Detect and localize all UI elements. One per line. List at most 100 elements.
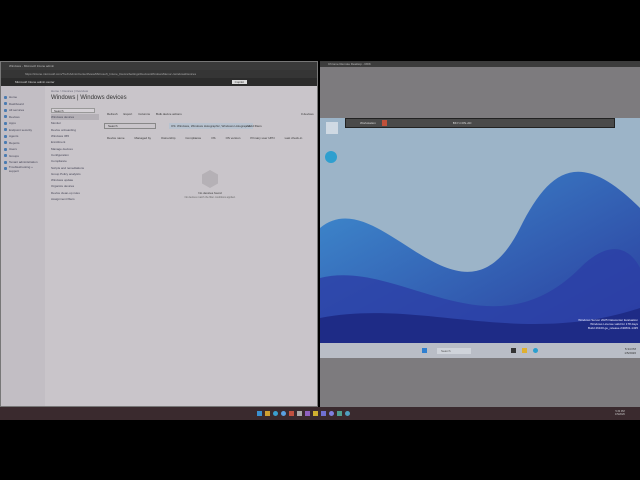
column-header[interactable]: Ownership [161, 136, 175, 140]
teams-icon[interactable] [321, 411, 326, 416]
label: Groups [9, 153, 19, 158]
nav-item-label: Compliance [51, 159, 67, 164]
app-icon[interactable] [313, 411, 318, 416]
nav-icon [4, 121, 7, 125]
chrome-icon[interactable] [345, 411, 350, 416]
export-button[interactable]: Export [124, 112, 133, 116]
taskbar-search[interactable]: Search [437, 347, 471, 354]
wallpaper [320, 171, 640, 343]
nav-icon [4, 167, 7, 171]
browser-tab[interactable]: Windows - Microsoft Intune admin [1, 62, 317, 70]
clock: 5:34 PM [624, 346, 636, 351]
nav-item-label: Configuration [51, 152, 69, 157]
columns-button[interactable]: Columns [138, 112, 150, 116]
table-header: Device name Managed by Ownership Compliance… [107, 136, 302, 140]
column-header[interactable]: Primary user UPN [250, 136, 274, 140]
label: Endpoint security [9, 127, 33, 132]
label: Devices [9, 114, 20, 119]
label: Users [9, 147, 17, 152]
nav-item-label: Device clean-up rules [51, 190, 80, 195]
terminal-icon[interactable] [510, 348, 516, 353]
date: 1/5/2026 [624, 350, 636, 355]
window-title: Chrome Remote Desktop - RDK [328, 62, 371, 66]
start-icon[interactable] [422, 348, 427, 353]
host-taskbar: 5:34 PM 1/5/2026 [0, 407, 640, 420]
empty-state-icon [202, 170, 218, 188]
tab-title: Windows - Microsoft Intune admin [9, 64, 55, 68]
edge-icon[interactable] [532, 348, 538, 353]
add-filters-button[interactable]: + Add filters [244, 123, 264, 129]
chrome-icon[interactable] [281, 411, 286, 416]
nav-item-label: Manage devices [51, 146, 73, 151]
vm-desktop[interactable]: Workstation BKY-CON-AD Windows Server 20… [320, 118, 640, 358]
label: Dashboard [9, 101, 24, 106]
watermark-line: Build 26100.ge_release.240831-1435 [587, 326, 638, 330]
nav-icon [4, 134, 7, 138]
nav-item-label: Group Policy analytics [51, 171, 81, 176]
file-explorer-icon[interactable] [521, 348, 527, 353]
windows-nav: Windows devices Monitor Device onboarding W… [47, 86, 103, 406]
vm-name-dropdown[interactable]: Workstation [360, 121, 376, 125]
evaluation-watermark: Windows Server 2025 Datacenter Evaluatio… [578, 318, 638, 330]
nav-item-label: Enrollment [51, 140, 66, 145]
column-header[interactable]: Device name [107, 136, 125, 140]
nav-item-label: Windows update [51, 178, 74, 183]
copilot-button[interactable]: Copilot [231, 80, 247, 84]
os-filter-chip[interactable]: OS: Windows, Windows Holographic, Window… [169, 123, 253, 129]
app-icon[interactable] [305, 411, 310, 416]
start-icon[interactable] [257, 411, 262, 416]
label: Troubleshooting + support [8, 164, 33, 173]
nav-icon [4, 154, 7, 158]
sidebar-item[interactable]: Troubleshooting + support [4, 164, 42, 173]
edge-desktop-icon[interactable] [325, 151, 337, 163]
main-content: Refresh Export Columns Bulk device actio… [101, 86, 317, 406]
file-explorer-icon[interactable] [265, 411, 270, 416]
vm-taskbar: Search 5:34 PM 1/5/2026 [320, 343, 640, 358]
recycle-bin-icon[interactable] [326, 122, 338, 134]
host-clock[interactable]: 5:34 PM 1/5/2026 [615, 410, 625, 416]
nav-item[interactable]: Assignment filters [51, 196, 99, 202]
app-icon[interactable] [329, 411, 334, 416]
label: Home [9, 95, 18, 100]
nav-item-label: Windows 365 [51, 134, 70, 139]
edge-icon[interactable] [273, 411, 278, 416]
column-header[interactable]: Compliance [185, 136, 201, 140]
crd-titlebar: Chrome Remote Desktop - RDK [320, 61, 640, 67]
pause-icon[interactable] [381, 120, 387, 126]
nav-icon [4, 102, 7, 106]
nav-icon [4, 115, 7, 119]
empty-subtitle: No devices match the filter conditions a… [184, 196, 236, 199]
sidebar: Home Dashboard All services Devices Apps… [1, 86, 45, 406]
vm-toolbar: Workstation BKY-CON-AD [345, 118, 615, 128]
label: Agents [9, 134, 19, 139]
app-icon[interactable] [289, 411, 294, 416]
column-header[interactable]: Managed by [135, 136, 152, 140]
remote-desktop-icon[interactable] [337, 411, 342, 416]
column-header[interactable]: Last check-in [285, 136, 303, 140]
remote-desktop-window: Chrome Remote Desktop - RDK Workstation … [320, 61, 640, 407]
intune-header: Microsoft Intune admin center Copilot [1, 78, 317, 86]
date: 1/5/2026 [615, 413, 625, 416]
app-title: Microsoft Intune admin center [15, 80, 55, 84]
nav-icon [4, 108, 7, 112]
nav-item-label: Organize devices [51, 184, 75, 189]
nav-icon [4, 160, 7, 164]
label: Reports [9, 140, 20, 145]
nav-item-label: Monitor [51, 121, 62, 126]
nav-icon [4, 128, 7, 132]
device-search-input[interactable]: Search [104, 123, 156, 129]
url-text: https://intune.microsoft.com/?ref=AdminC… [25, 72, 197, 76]
column-header[interactable]: OS version [226, 136, 241, 140]
taskbar-apps [257, 411, 350, 416]
nav-item-label: Device onboarding [51, 127, 77, 132]
host-tab[interactable]: BKY-CON-AD [453, 121, 472, 125]
label: Apps [9, 121, 16, 126]
empty-title: No devices found [198, 191, 222, 195]
refresh-button[interactable]: Refresh [107, 112, 118, 116]
address-bar[interactable]: https://intune.microsoft.com/?ref=AdminC… [1, 70, 317, 78]
bulk-actions-button[interactable]: Bulk device actions [156, 112, 182, 116]
nav-icon [4, 95, 7, 99]
column-header[interactable]: OS [211, 136, 215, 140]
app-icon[interactable] [297, 411, 302, 416]
browser-window: Windows - Microsoft Intune admin https:/… [0, 61, 318, 407]
